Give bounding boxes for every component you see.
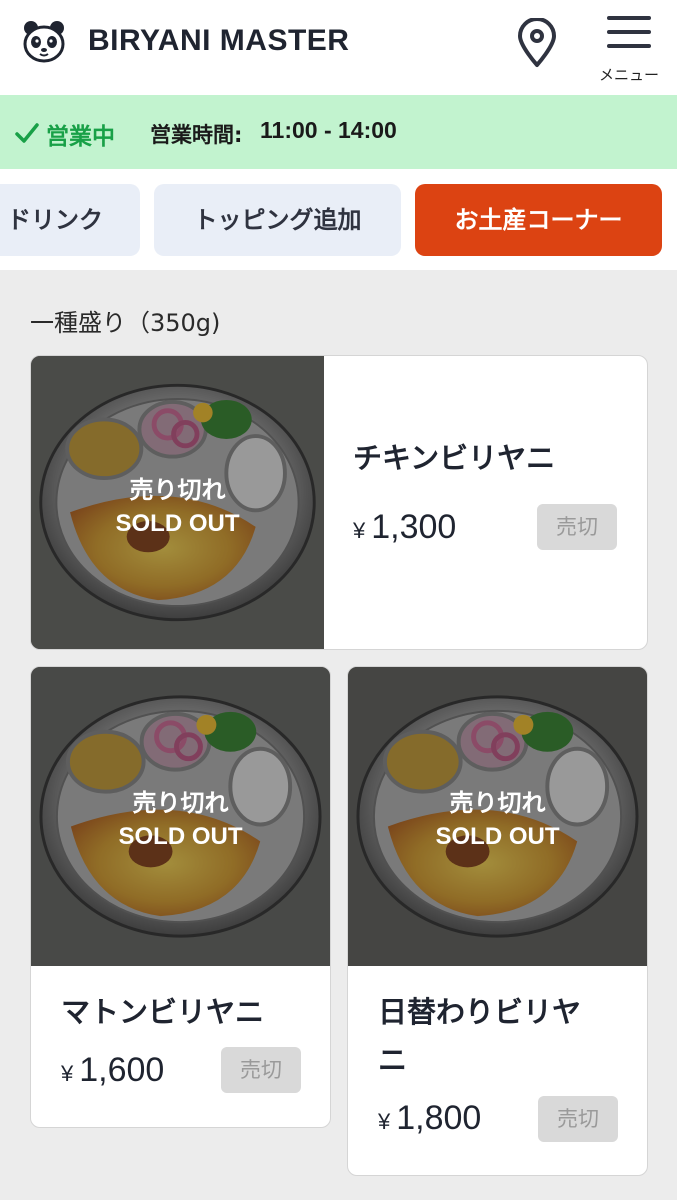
sold-out-button[interactable]: 売切 [221,1047,301,1093]
sold-out-label-jp: 売り切れ [132,789,229,817]
menu-button[interactable]: メニュー [596,10,662,84]
menu-label: メニュー [598,66,659,84]
sold-out-button[interactable]: 売切 [537,504,617,550]
app-header: BIRYANI MASTER メニュー [0,0,677,95]
sold-out-button[interactable]: 売切 [538,1096,618,1142]
tab-souvenir[interactable]: お土産コーナー [415,184,662,256]
section-title: 一種盛り（350g) [30,309,221,337]
currency-symbol: ¥ [378,1109,391,1134]
panda-logo-icon[interactable] [22,20,66,64]
tab-label: トッピング追加 [193,206,362,234]
open-status-label: 営業中 [46,124,115,150]
sold-out-label-en: SOLD OUT [118,823,243,850]
product-name: チキンビリヤニ [353,441,556,475]
business-hours-label: 営業時間: [150,123,243,147]
sold-out-label-en: SOLD OUT [115,510,240,537]
brand-name: BIRYANI MASTER [88,24,350,57]
currency-symbol: ¥ [353,518,366,543]
sold-out-label-jp: 売り切れ [449,789,546,817]
product-photo: 売り切れ SOLD OUT [348,667,647,966]
product-name: マトンビリヤニ [61,995,265,1029]
hamburger-menu-icon [607,16,651,48]
tab-label: お土産コーナー [454,206,623,234]
product-name: 日替わりビリヤニ [378,995,582,1077]
business-hours-value: 11:00 - 14:00 [260,117,397,143]
currency-symbol: ¥ [61,1061,74,1086]
tab-label: ドリンク [7,206,103,234]
product-photo: 売り切れ SOLD OUT [31,356,324,649]
map-pin-icon[interactable] [514,17,560,68]
product-card-mutton[interactable]: 売り切れ SOLD OUT マトンビリヤニ ¥1,600 売切 [30,666,331,1128]
sold-out-label-en: SOLD OUT [435,823,560,850]
sold-out-label-jp: 売り切れ [129,476,226,504]
check-icon [14,120,40,146]
product-card-chicken[interactable]: 売り切れ SOLD OUT チキンビリヤニ ¥1,300 売切 [30,355,648,650]
tab-drink[interactable]: ドリンク [0,184,140,256]
product-price: ¥1,800 [378,1099,482,1137]
product-price: ¥1,300 [353,508,457,546]
product-price: ¥1,600 [61,1051,165,1089]
product-card-daily[interactable]: 売り切れ SOLD OUT 日替わりビリヤニ ¥1,800 売切 [347,666,648,1176]
tab-topping[interactable]: トッピング追加 [154,184,401,256]
product-photo: 売り切れ SOLD OUT [31,667,330,966]
